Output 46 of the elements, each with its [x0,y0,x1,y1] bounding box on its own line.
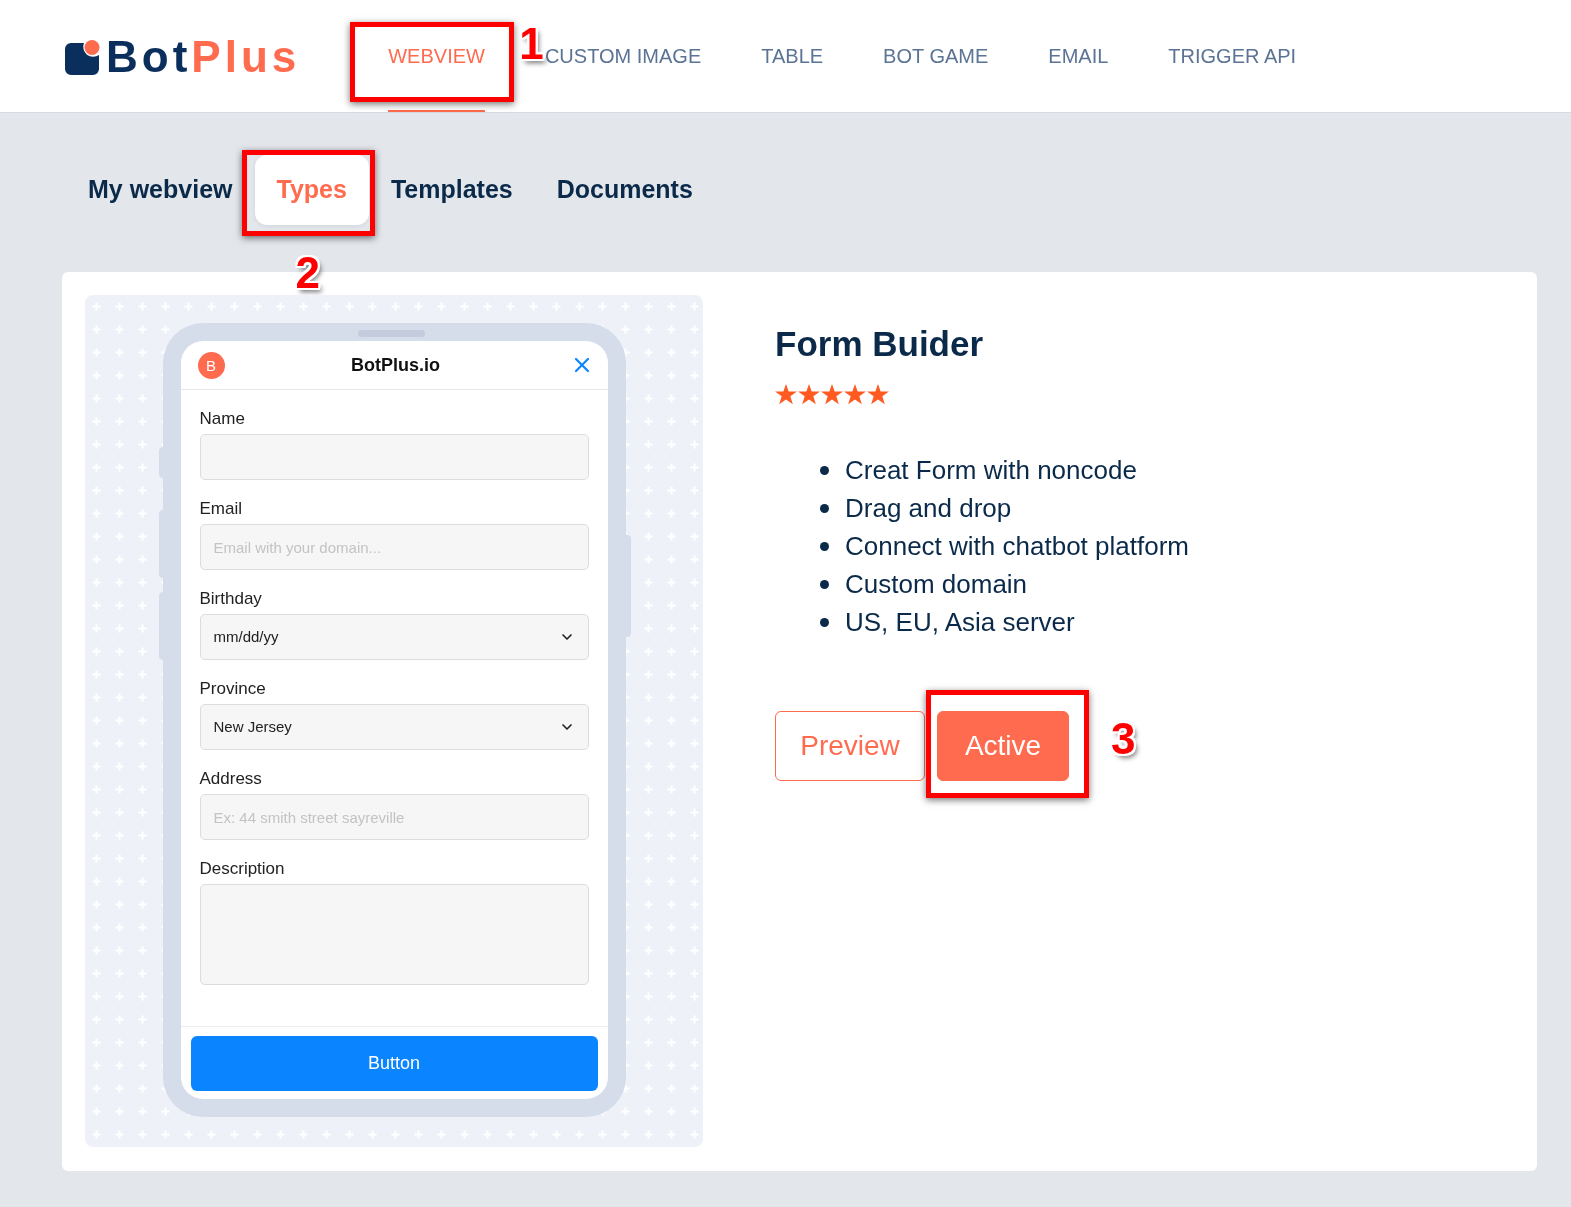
nav-link[interactable]: CUSTOM IMAGE [544,0,702,112]
feature-text: Connect with chatbot platform [845,530,1189,563]
bullet-icon [820,465,829,475]
star-icon [798,384,820,405]
feature-text: US, EU, Asia server [845,606,1075,639]
callout-number: 3 [1111,717,1136,761]
field-label: Email [199,499,242,519]
field-label: Province [199,679,266,699]
input-field[interactable] [199,434,589,480]
nav-link[interactable]: WEBVIEW [388,0,485,112]
active-button[interactable]: Active [937,711,1069,781]
star-icon [844,384,866,405]
logo-icon [65,39,101,75]
submit-button[interactable]: Button [190,1036,598,1091]
select-field[interactable]: mm/dd/yy [199,614,589,660]
nav-link[interactable]: TABLE [761,0,824,112]
bullet-icon [820,541,829,551]
callout-number: 2 [295,251,320,295]
field-label: Address [199,769,262,789]
feature-text: Drag and drop [845,492,1012,525]
bullet-icon [820,503,829,513]
field-label: Description [199,859,285,879]
sub-tab[interactable]: Documents [534,155,715,225]
form-title: BotPlus.io [351,353,440,377]
logo-text: BotPlus [106,35,301,79]
sub-tab[interactable]: My webview [66,155,255,225]
bullet-icon [820,617,829,627]
select-field[interactable]: New Jersey [199,704,589,750]
field-label: Name [199,409,245,429]
textarea-field[interactable] [199,884,589,985]
nav-link[interactable]: BOT GAME [883,0,989,112]
sub-tab[interactable]: Templates [368,155,535,225]
callout-number: 1 [519,22,544,66]
nav-link[interactable]: EMAIL [1048,0,1109,112]
feature-text: Creat Form with noncode [845,454,1137,487]
star-icon [775,384,797,405]
brand-initial: B [197,351,225,379]
star-icon [821,384,843,405]
preview-button[interactable]: Preview [775,711,925,781]
star-icon [867,384,889,405]
feature-text: Custom domain [845,568,1028,601]
nav-link[interactable]: TRIGGER API [1168,0,1297,112]
bullet-icon [820,579,829,589]
product-title: Form Buider [775,323,984,365]
field-label: Birthday [199,589,262,609]
sub-tab[interactable]: Types [254,155,369,225]
